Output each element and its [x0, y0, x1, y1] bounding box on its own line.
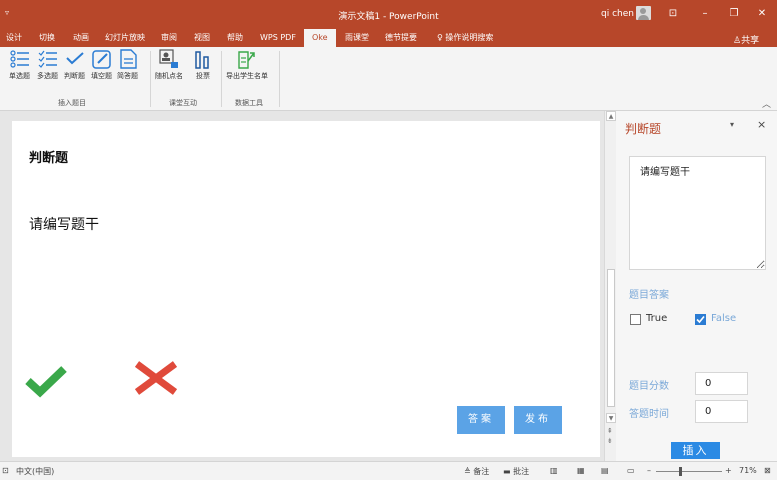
vote-button[interactable]: 投票: [193, 49, 213, 81]
pane-title: 判断题: [625, 122, 662, 136]
false-label: False: [711, 313, 737, 324]
collapse-ribbon-icon[interactable]: ︿: [762, 97, 771, 110]
false-checkbox[interactable]: [695, 314, 706, 325]
bar-chart-icon: [195, 51, 209, 69]
ribbon: 单选题 多选题 判断题 填空题 简答题 插入题目 随机点名 投票 课堂互动 导出…: [0, 47, 777, 111]
comment-icon: ▬: [503, 467, 514, 476]
tab-slideshow[interactable]: 幻灯片放映: [105, 29, 145, 47]
scroll-down-icon[interactable]: ▼: [606, 413, 616, 423]
status-bar: ⊡ 中文(中国) ≜ 备注 ▬ 批注 ▥ ▦ ▤ ▭ – + 71% ⊠: [0, 461, 777, 480]
zoom-slider-thumb[interactable]: [679, 467, 682, 476]
tab-view[interactable]: 视图: [194, 29, 210, 47]
previous-slide-icon[interactable]: ⇞: [607, 427, 613, 435]
answer-button[interactable]: 答案: [457, 406, 505, 434]
tab-animations[interactable]: 动画: [73, 29, 89, 47]
multiple-choice-icon: [38, 50, 57, 68]
true-checkbox[interactable]: [630, 314, 641, 325]
notes-button[interactable]: ≜ 备注: [464, 466, 489, 477]
tab-help[interactable]: 帮助: [227, 29, 243, 47]
check-mark-icon[interactable]: [24, 364, 68, 398]
zoom-out-icon[interactable]: –: [647, 466, 651, 475]
single-choice-button[interactable]: 单选题: [9, 49, 30, 81]
person-icon: ♙: [733, 36, 742, 46]
normal-view-icon[interactable]: ▥: [550, 466, 558, 475]
vertical-scrollbar[interactable]: ▲ ▼ ⇞ ⇟: [604, 111, 616, 461]
comments-button[interactable]: ▬ 批注: [503, 466, 529, 477]
zoom-level[interactable]: 71%: [739, 466, 757, 475]
pane-options-dropdown-icon[interactable]: ▾: [730, 120, 734, 129]
tab-wps-pdf[interactable]: WPS PDF: [260, 29, 296, 47]
score-label: 题目分数: [629, 381, 669, 392]
tab-design[interactable]: 设计: [6, 29, 22, 47]
group-label-insert-questions: 插入题目: [58, 99, 86, 107]
avatar[interactable]: [636, 6, 651, 20]
close-button[interactable]: ✕: [753, 6, 771, 22]
group-divider: [221, 51, 222, 107]
multiple-choice-button[interactable]: 多选题: [37, 49, 58, 81]
insert-button[interactable]: 插入: [671, 442, 720, 459]
restore-button[interactable]: ❐: [725, 6, 743, 22]
random-rollcall-icon: [159, 49, 178, 68]
cross-mark-icon[interactable]: [133, 361, 179, 395]
fill-blank-icon: [91, 50, 111, 69]
pane-close-icon[interactable]: ×: [757, 118, 766, 131]
fit-to-window-icon[interactable]: ⊠: [764, 466, 771, 475]
slide-question-stem[interactable]: 请编写题干: [29, 214, 99, 234]
group-divider: [279, 51, 280, 107]
tab-rain-classroom[interactable]: 雨课堂: [345, 29, 369, 47]
publish-button[interactable]: 发布: [514, 406, 562, 434]
random-rollcall-button[interactable]: 随机点名: [155, 49, 183, 81]
user-name[interactable]: qi chen: [601, 9, 634, 19]
question-stem-input[interactable]: 请编写题干: [629, 156, 766, 270]
fill-blank-button[interactable]: 填空题: [91, 49, 112, 81]
single-choice-icon: [9, 50, 29, 68]
scroll-up-icon[interactable]: ▲: [606, 111, 616, 121]
group-divider: [150, 51, 151, 107]
tab-oke[interactable]: Oke: [304, 29, 336, 47]
score-input[interactable]: 0: [695, 372, 748, 395]
next-slide-icon[interactable]: ⇟: [607, 437, 613, 445]
slide-editing-area: 判断题 请编写题干 答案 发布: [0, 111, 604, 461]
check-icon: [696, 315, 705, 324]
tab-section-summary[interactable]: 德节提要: [385, 29, 417, 47]
export-student-list-button[interactable]: 导出学生名单: [226, 49, 268, 81]
tab-review[interactable]: 审阅: [161, 29, 177, 47]
zoom-in-icon[interactable]: +: [725, 466, 732, 475]
group-label-data-tools: 数据工具: [235, 99, 263, 107]
reading-view-icon[interactable]: ▤: [601, 466, 609, 475]
group-label-classroom: 课堂互动: [169, 99, 197, 107]
short-answer-button[interactable]: 简答题: [117, 49, 138, 81]
zoom-slider[interactable]: [656, 471, 722, 472]
answer-time-input[interactable]: 0: [695, 400, 748, 423]
slide-sorter-icon[interactable]: ▦: [577, 466, 585, 475]
slide-title[interactable]: 判断题: [29, 147, 68, 166]
ribbon-display-options-button[interactable]: ⊡: [664, 6, 682, 22]
question-task-pane: 判断题 ▾ × 请编写题干 题目答案 True False 题目分数 0 答题时…: [616, 111, 777, 461]
minimize-button[interactable]: –: [696, 6, 714, 22]
accessibility-icon[interactable]: ⊡: [2, 466, 9, 475]
answer-label: 题目答案: [629, 290, 669, 301]
share-button[interactable]: ♙共享: [733, 33, 759, 46]
time-label: 答题时间: [629, 409, 669, 420]
ribbon-tabs: 设计 切换 动画 幻灯片放映 审阅 视图 帮助 WPS PDF Oke 雨课堂 …: [0, 29, 777, 47]
export-icon: [238, 51, 255, 69]
true-false-button[interactable]: 判断题: [64, 49, 85, 81]
true-false-icon: [65, 52, 84, 65]
window-title: 演示文稿1 - PowerPoint: [338, 12, 439, 22]
tab-transitions[interactable]: 切换: [39, 29, 55, 47]
slideshow-icon[interactable]: ▭: [627, 466, 635, 475]
true-label: True: [646, 313, 668, 324]
title-bar: ▿ 演示文稿1 - PowerPoint qi chen ⊡ – ❐ ✕: [0, 0, 777, 29]
document-icon: [119, 49, 137, 69]
scrollbar-thumb[interactable]: [607, 269, 615, 407]
language-indicator[interactable]: 中文(中国): [16, 466, 54, 477]
slide-canvas[interactable]: 判断题 请编写题干 答案 发布: [12, 121, 600, 457]
tell-me-search[interactable]: ♀ 操作说明搜索: [437, 29, 493, 47]
notes-icon: ≜: [464, 467, 474, 476]
